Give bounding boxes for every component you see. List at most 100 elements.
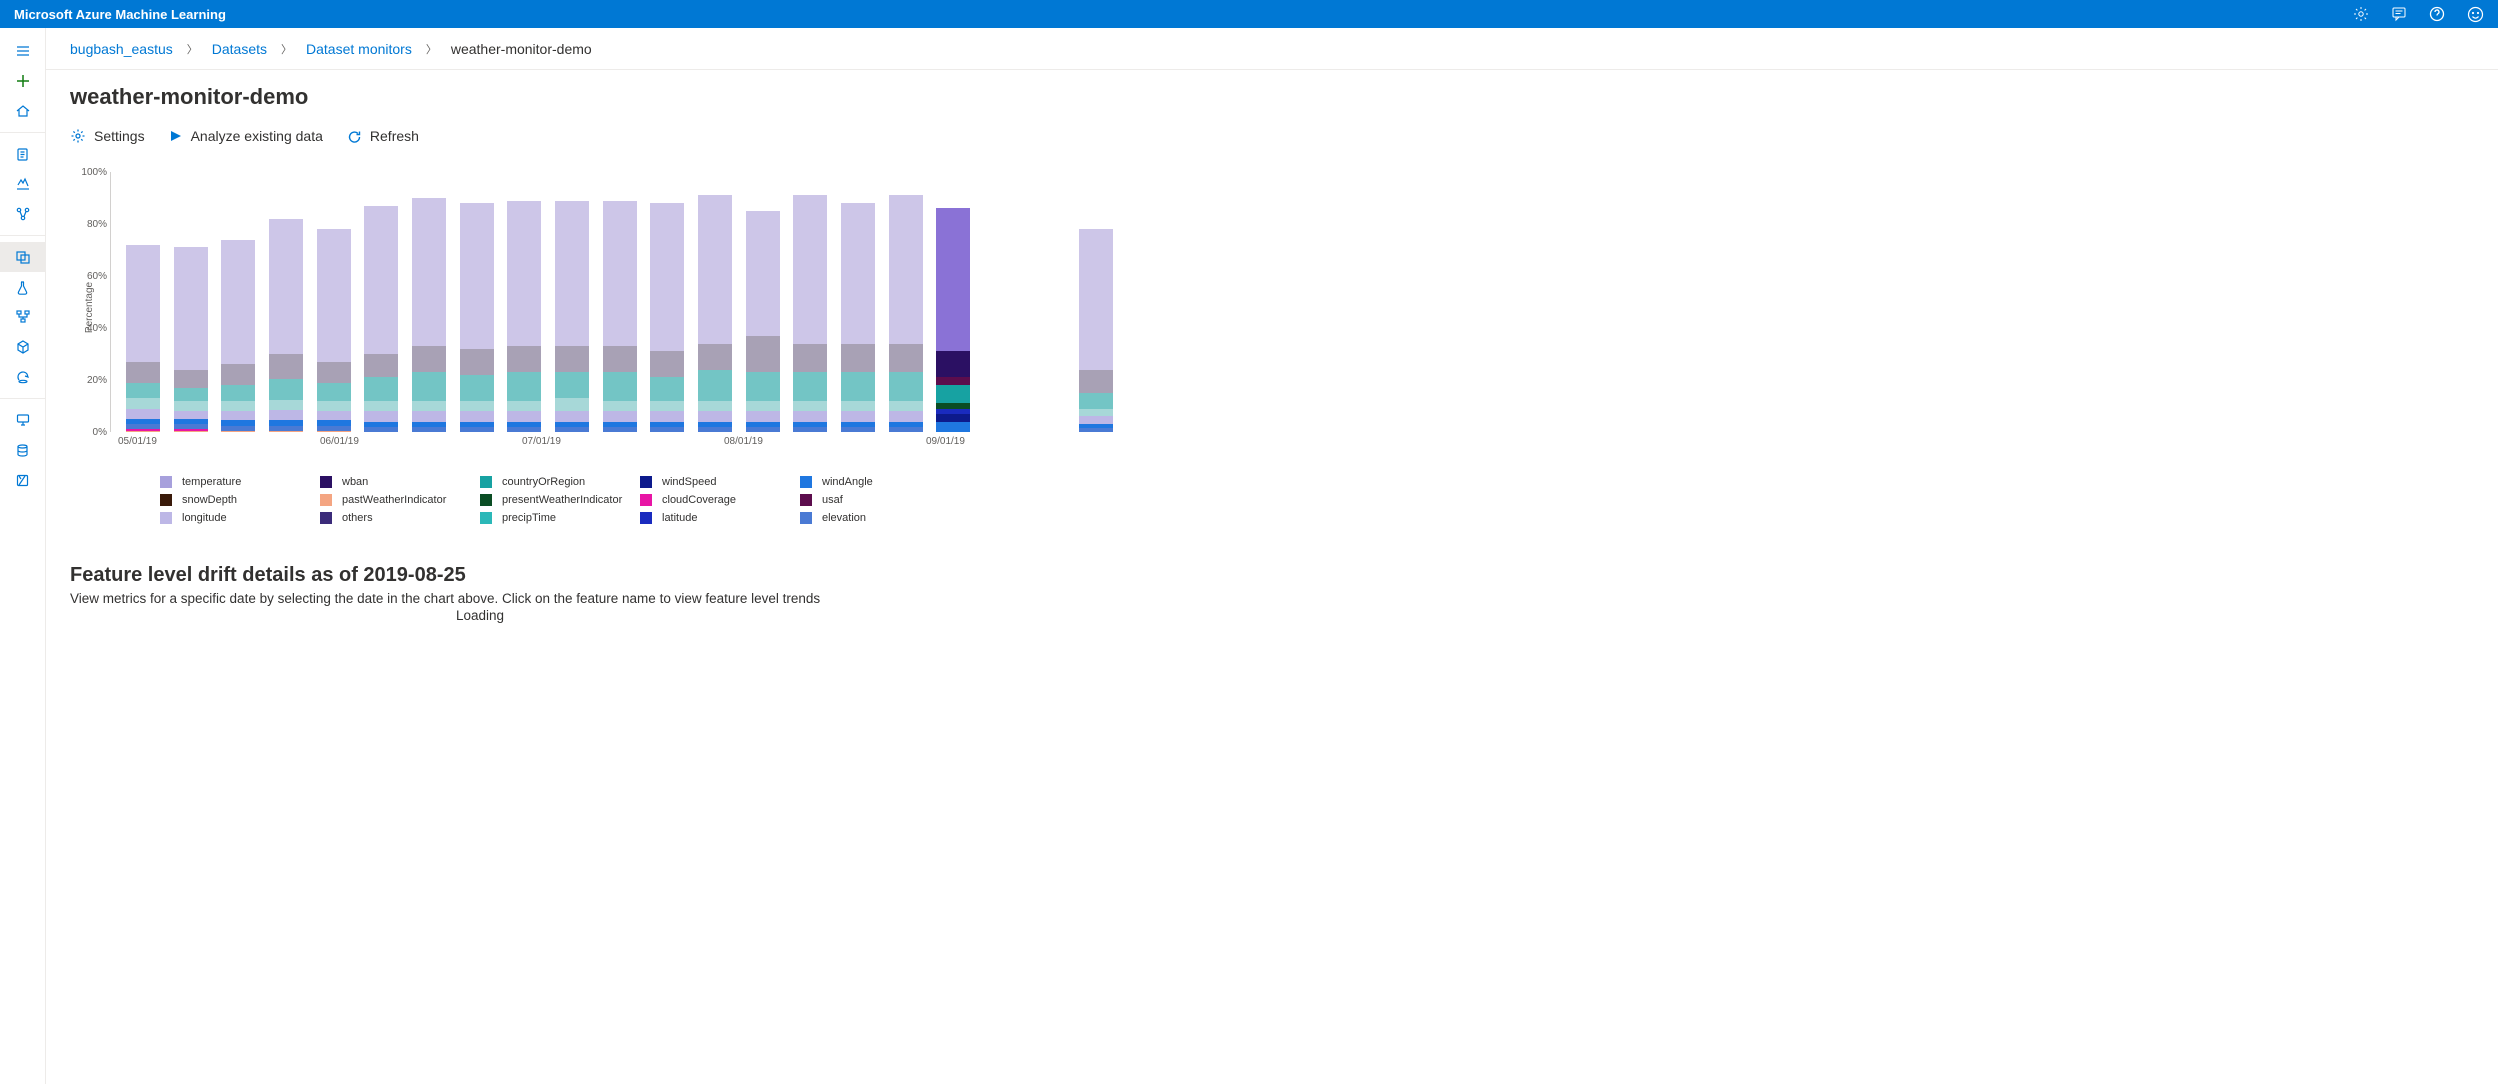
menu-toggle-icon[interactable] — [0, 36, 46, 66]
legend-item[interactable]: countryOrRegion — [480, 476, 640, 488]
breadcrumb-link[interactable]: bugbash_eastus — [70, 41, 173, 57]
bar-segment — [603, 346, 637, 372]
breadcrumb: bugbash_eastus 〉 Datasets 〉 Dataset moni… — [46, 28, 2498, 70]
bar-segment — [889, 401, 923, 411]
bar-segment — [364, 354, 398, 377]
legend-item[interactable]: temperature — [160, 476, 320, 488]
bar-segment — [1079, 370, 1113, 393]
settings-button[interactable]: Settings — [70, 128, 145, 144]
legend-item[interactable]: cloudCoverage — [640, 494, 800, 506]
bar-segment — [650, 411, 684, 421]
chevron-right-icon: 〉 — [281, 41, 292, 57]
chart-bar[interactable] — [214, 240, 262, 432]
chart-bar[interactable] — [310, 229, 358, 432]
breadcrumb-current: weather-monitor-demo — [451, 41, 592, 57]
legend-label: precipTime — [502, 512, 556, 524]
loading-text: Loading — [70, 608, 890, 623]
analyze-button[interactable]: Analyze existing data — [169, 128, 323, 144]
legend-item[interactable]: wban — [320, 476, 480, 488]
bar-segment — [126, 383, 160, 399]
legend-item[interactable]: usaf — [800, 494, 960, 506]
bar-segment — [412, 401, 446, 411]
chart-bar[interactable] — [1072, 229, 1120, 432]
x-tick: 08/01/19 — [724, 436, 763, 447]
legend-item[interactable]: windAngle — [800, 476, 960, 488]
left-sidebar — [0, 28, 46, 1084]
bar-segment — [650, 427, 684, 432]
chart-bar[interactable] — [453, 203, 501, 432]
bar-segment — [460, 411, 494, 421]
legend-item[interactable]: presentWeatherIndicator — [480, 494, 640, 506]
legend-label: latitude — [662, 512, 697, 524]
home-icon[interactable] — [0, 96, 46, 126]
models-icon[interactable] — [0, 332, 46, 362]
chart-bar[interactable] — [929, 208, 977, 432]
legend-item[interactable]: longitude — [160, 512, 320, 524]
breadcrumb-link[interactable]: Dataset monitors — [306, 41, 412, 57]
designer-icon[interactable] — [0, 199, 46, 229]
settings-label: Settings — [94, 128, 145, 144]
bar-segment — [221, 364, 255, 385]
legend-item[interactable]: elevation — [800, 512, 960, 524]
bar-segment — [841, 411, 875, 421]
legend-item[interactable]: windSpeed — [640, 476, 800, 488]
datasets-icon[interactable] — [0, 242, 46, 272]
bar-segment — [460, 375, 494, 401]
endpoints-icon[interactable] — [0, 362, 46, 392]
chart-bar[interactable] — [357, 206, 405, 432]
x-tick: 06/01/19 — [320, 436, 359, 447]
legend-item[interactable]: others — [320, 512, 480, 524]
y-tick: 20% — [73, 375, 107, 386]
chart-bar[interactable] — [643, 203, 691, 432]
experiments-icon[interactable] — [0, 272, 46, 302]
chart-bar[interactable] — [834, 203, 882, 432]
labeling-icon[interactable] — [0, 465, 46, 495]
pipelines-icon[interactable] — [0, 302, 46, 332]
legend-item[interactable]: snowDepth — [160, 494, 320, 506]
chart-bar[interactable] — [596, 201, 644, 432]
automated-ml-icon[interactable] — [0, 169, 46, 199]
help-icon[interactable] — [2429, 6, 2445, 23]
chart-bar[interactable] — [786, 195, 834, 432]
smiley-icon[interactable] — [2467, 6, 2484, 23]
chart-bar[interactable] — [882, 195, 930, 432]
bar-segment — [841, 427, 875, 432]
drift-chart[interactable]: Percentage 0%20%40%60%80%100% 05/01/1906… — [70, 172, 1120, 524]
chart-bar[interactable] — [739, 211, 787, 432]
y-tick: 0% — [73, 427, 107, 438]
bar-segment — [1079, 416, 1113, 424]
legend-item[interactable]: latitude — [640, 512, 800, 524]
bar-segment — [555, 411, 589, 421]
chart-bar[interactable] — [500, 201, 548, 432]
chart-bar[interactable] — [691, 195, 739, 432]
bar-segment — [889, 195, 923, 343]
bar-segment — [746, 427, 780, 432]
legend-swatch — [160, 512, 172, 524]
refresh-button[interactable]: Refresh — [347, 128, 419, 144]
settings-gear-icon[interactable] — [2353, 6, 2369, 23]
bar-segment — [364, 411, 398, 421]
legend-item[interactable]: precipTime — [480, 512, 640, 524]
bar-segment — [698, 370, 732, 401]
breadcrumb-link[interactable]: Datasets — [212, 41, 267, 57]
legend-swatch — [480, 494, 492, 506]
bar-segment — [555, 427, 589, 432]
bar-segment — [460, 427, 494, 432]
chart-bar[interactable] — [167, 247, 215, 432]
x-tick: 05/01/19 — [118, 436, 157, 447]
bar-segment — [555, 346, 589, 372]
bar-segment — [841, 344, 875, 373]
datastores-icon[interactable] — [0, 435, 46, 465]
notebook-icon[interactable] — [0, 139, 46, 169]
feedback-icon[interactable] — [2391, 6, 2407, 23]
chart-bar[interactable] — [548, 201, 596, 432]
chart-bar[interactable] — [119, 245, 167, 432]
compute-icon[interactable] — [0, 405, 46, 435]
new-icon[interactable] — [0, 66, 46, 96]
bar-segment — [221, 411, 255, 420]
chart-bar[interactable] — [405, 198, 453, 432]
chart-bar[interactable] — [262, 219, 310, 432]
legend-item[interactable]: pastWeatherIndicator — [320, 494, 480, 506]
bar-segment — [269, 219, 303, 354]
bar-segment — [746, 401, 780, 411]
